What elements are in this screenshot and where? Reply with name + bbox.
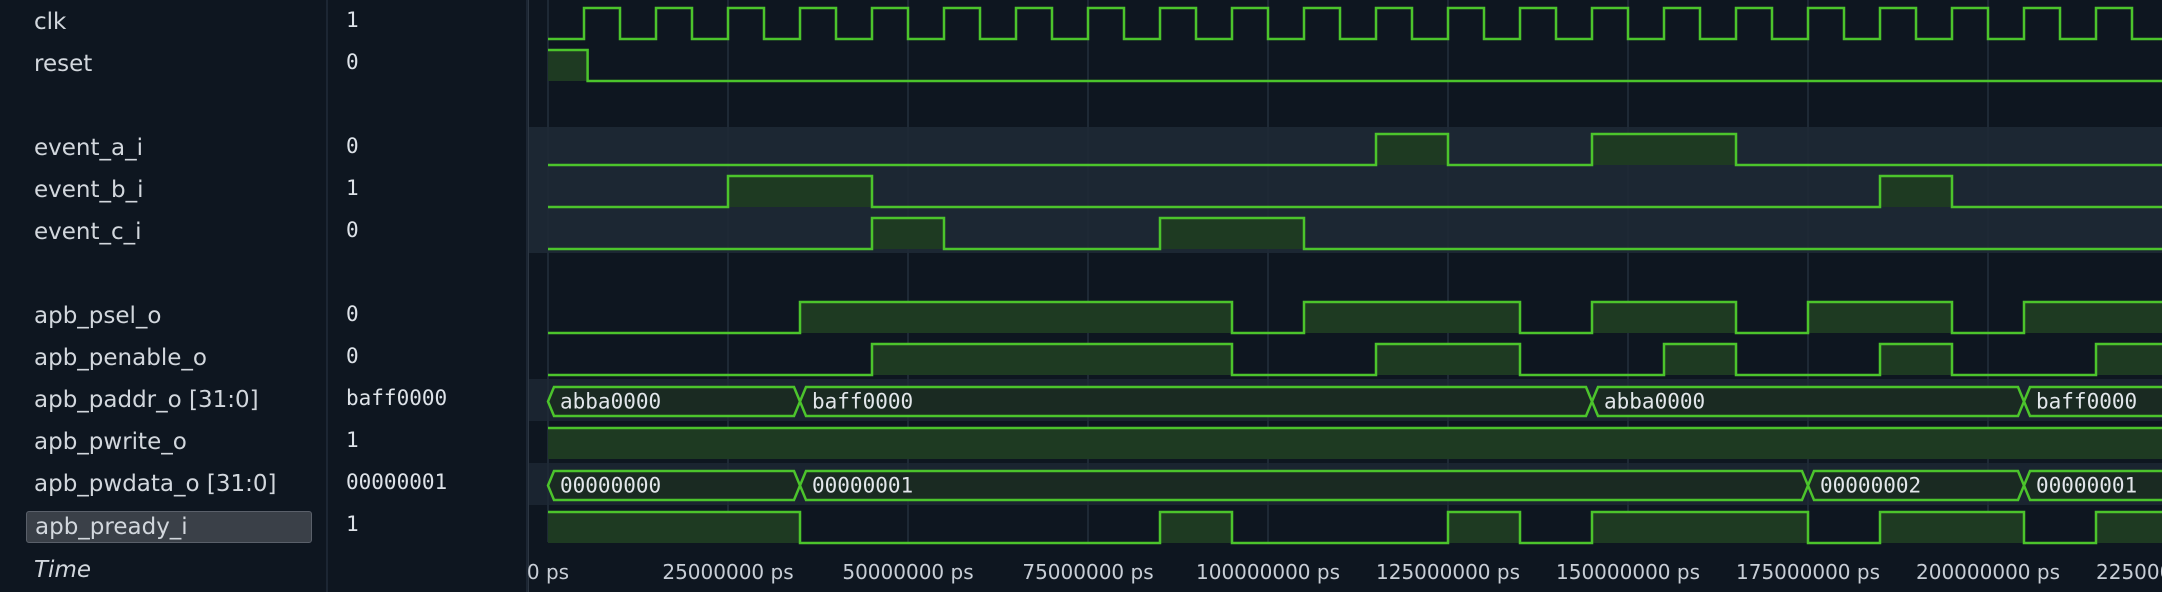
high-fill (2096, 512, 2162, 543)
bus-segment-label: abba0000 (560, 390, 661, 414)
clock-trace (548, 6, 2162, 41)
high-fill (1880, 176, 1952, 207)
bit-trace (548, 216, 2162, 251)
high-fill (548, 512, 800, 543)
bus-segment-label: baff0000 (812, 390, 913, 414)
waveform-event-b-i[interactable] (548, 174, 2162, 209)
high-fill (1880, 512, 2024, 543)
bit-trace (548, 132, 2162, 167)
signal-name[interactable]: apb_pwdata_o [31:0] (34, 469, 277, 499)
signal-value: 00000001 (346, 470, 448, 494)
signal-value: 1 (346, 512, 359, 536)
waveform-canvas[interactable]: abba0000 baff0000 abba0000 baff0000 00000000… (528, 0, 2162, 592)
waveform-apb-penable-o[interactable] (548, 342, 2162, 377)
high-fill (2096, 344, 2162, 375)
bus-segment-label: 00000000 (560, 474, 661, 498)
waveform-apb-pwdata-o-31-0-[interactable]: 00000000 00000001 00000002 00000001 (546, 469, 2162, 502)
high-fill (1880, 344, 1952, 375)
waveform-apb-paddr-o-31-0-[interactable]: abba0000 baff0000 abba0000 baff0000 (546, 385, 2162, 418)
high-fill (1160, 218, 1304, 249)
high-fill (1448, 512, 1520, 543)
high-fill (872, 344, 1232, 375)
time-axis-tick-label: 0 ps (528, 560, 569, 584)
waveform-apb-pwrite-o[interactable] (548, 426, 2162, 459)
signal-value: 1 (346, 176, 359, 200)
bit-trace (548, 48, 2162, 83)
high-fill (1304, 302, 1520, 333)
signal-name[interactable]: reset (34, 49, 92, 79)
time-axis-tick-label: 200000000 ps (1916, 560, 2060, 584)
time-label: Time (34, 557, 91, 583)
time-axis-tick-label: 125000000 ps (1376, 560, 1520, 584)
time-axis-tick-label: 50000000 ps (842, 560, 973, 584)
signal-name[interactable]: apb_pwrite_o (34, 427, 187, 457)
bus-segment-label: abba0000 (1604, 390, 1705, 414)
signal-value: 1 (346, 8, 359, 32)
high-fill (2024, 302, 2162, 333)
high-fill (1808, 302, 1952, 333)
time-axis-tick-label: 100000000 ps (1196, 560, 1340, 584)
high-fill (728, 176, 872, 207)
signal-value-panel (328, 0, 526, 592)
signal-name[interactable]: clk (34, 7, 66, 37)
time-axis-tick-label: 175000000 ps (1736, 560, 1880, 584)
signal-name[interactable]: event_a_i (34, 133, 143, 163)
high-fill (1592, 512, 1808, 543)
waveform-event-a-i[interactable] (548, 132, 2162, 167)
high-fill (872, 218, 944, 249)
bus-segment-label: baff0000 (2036, 390, 2137, 414)
high-fill (548, 428, 2162, 459)
high-fill (1160, 512, 1232, 543)
high-fill (1664, 344, 1736, 375)
waveform-clk[interactable] (548, 6, 2162, 41)
high-fill (1376, 344, 1520, 375)
waveform-event-c-i[interactable] (548, 216, 2162, 251)
signal-name[interactable]: event_b_i (34, 175, 144, 205)
bus-segment-label: 00000002 (1820, 474, 1921, 498)
signal-value: baff0000 (346, 386, 448, 410)
signal-name[interactable]: apb_penable_o (34, 343, 207, 373)
high-fill (800, 302, 1232, 333)
time-axis-tick-label: 225000000 ps (2096, 560, 2162, 584)
signal-value: 0 (346, 134, 359, 158)
waveform-reset[interactable] (548, 48, 2162, 83)
high-fill (1376, 134, 1448, 165)
signal-value: 0 (346, 218, 359, 242)
time-axis-tick-label: 150000000 ps (1556, 560, 1700, 584)
bus-segment-label: 00000001 (2036, 474, 2137, 498)
time-axis-tick-label: 25000000 ps (662, 560, 793, 584)
signal-name-panel: clk reset event_a_i event_b_i event_c_i apb_p… (0, 0, 326, 592)
signal-name[interactable]: apb_psel_o (34, 301, 162, 331)
high-fill (1592, 302, 1736, 333)
waveform-apb-pready-i[interactable] (548, 510, 2162, 545)
signal-name[interactable]: apb_pready_i (26, 511, 312, 543)
high-fill (548, 50, 588, 81)
waveform-apb-psel-o[interactable] (548, 300, 2162, 335)
signal-value: 0 (346, 50, 359, 74)
signal-name[interactable]: event_c_i (34, 217, 142, 247)
signal-value: 0 (346, 302, 359, 326)
bus-segment (798, 385, 1594, 418)
time-axis-tick-label: 75000000 ps (1022, 560, 1153, 584)
signal-name[interactable]: apb_paddr_o [31:0] (34, 385, 259, 415)
signal-value: 0 (346, 344, 359, 368)
bus-segment-label: 00000001 (812, 474, 913, 498)
bus-segment (798, 469, 1810, 502)
signal-value: 1 (346, 428, 359, 452)
high-fill (1592, 134, 1736, 165)
